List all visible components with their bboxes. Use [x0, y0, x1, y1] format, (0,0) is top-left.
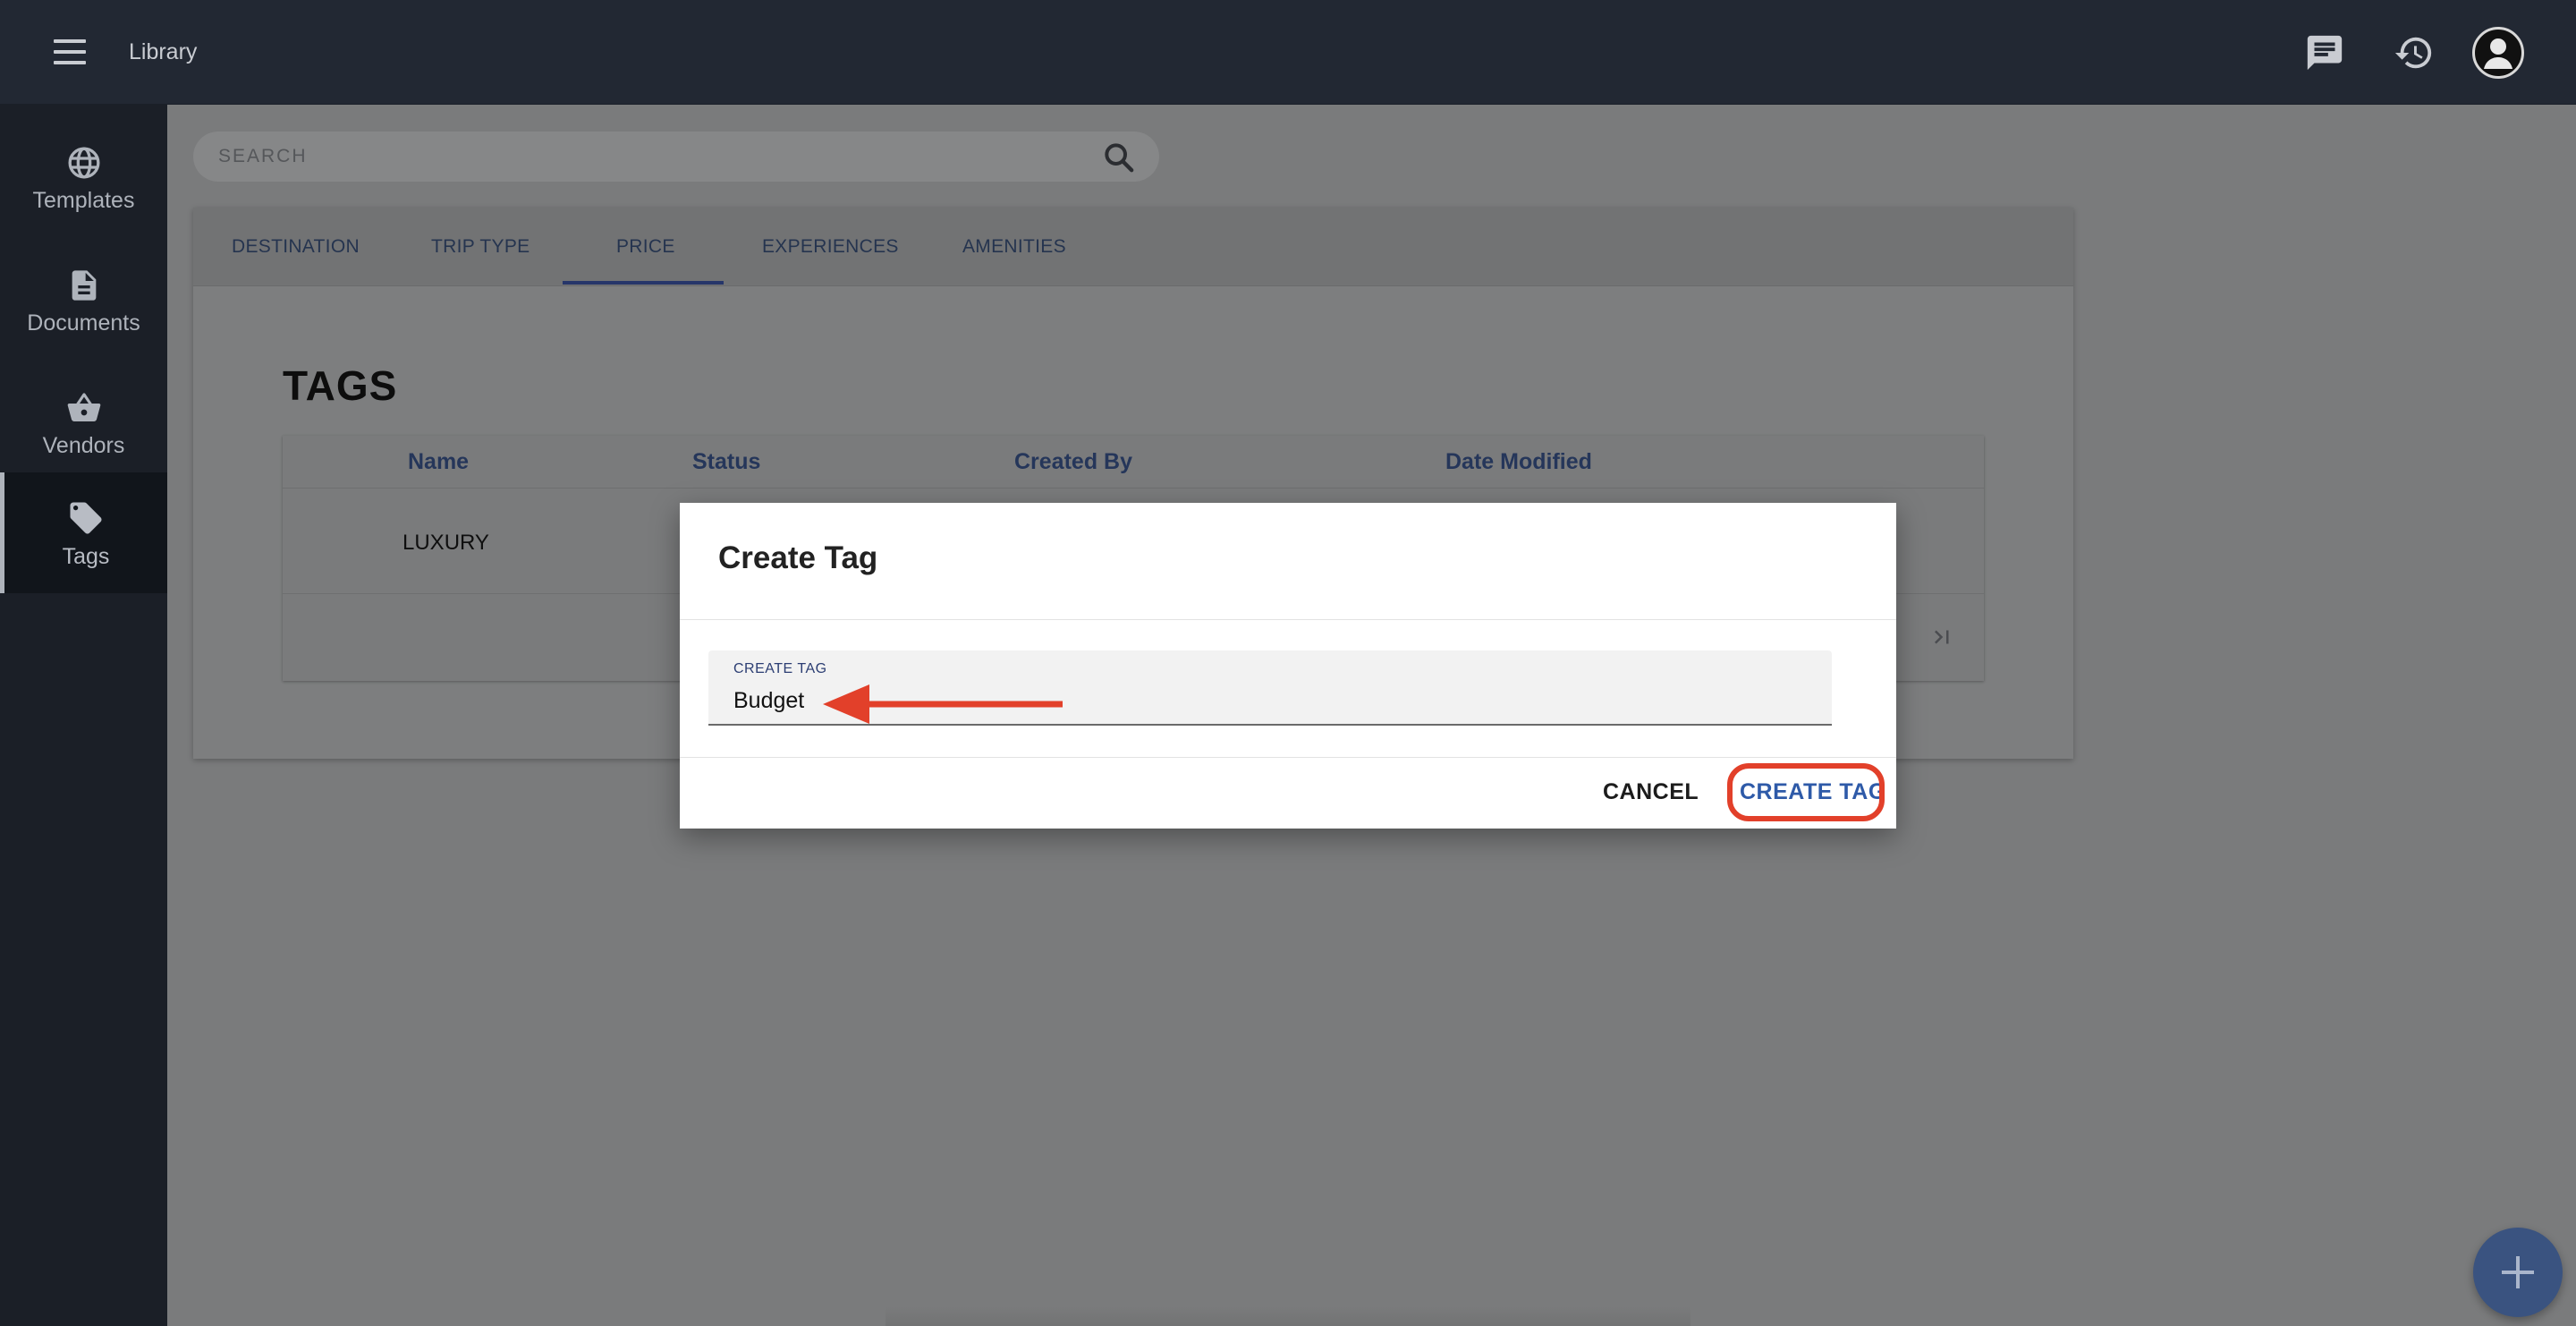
sidebar-item-templates[interactable]: Templates	[0, 118, 167, 239]
last-page-icon[interactable]	[1928, 624, 1955, 650]
history-icon[interactable]	[2394, 32, 2435, 73]
sidebar-item-label: Tags	[62, 544, 110, 569]
tab-bar: DESTINATION TRIP TYPE PRICE EXPERIENCES …	[193, 208, 2073, 286]
column-header-name[interactable]: Name	[408, 449, 469, 475]
sidebar-item-documents[interactable]: Documents	[0, 241, 167, 361]
divider	[680, 757, 1896, 758]
globe-icon	[68, 147, 99, 179]
sidebar-item-label: Templates	[32, 188, 135, 213]
table-row[interactable]: LUXURY	[402, 531, 489, 556]
sidebar-item-vendors[interactable]: Vendors	[0, 363, 167, 484]
column-header-created-by[interactable]: Created By	[1014, 449, 1132, 475]
tab-amenities[interactable]: AMENITIES	[962, 236, 1066, 258]
app-title: Library	[129, 39, 198, 64]
search-input[interactable]	[218, 140, 1077, 173]
field-label: CREATE TAG	[733, 661, 827, 676]
sidebar-item-label: Vendors	[42, 433, 125, 458]
create-tag-button[interactable]: CREATE TAG	[1740, 779, 1886, 805]
search-icon[interactable]	[1101, 140, 1137, 175]
page-title: TAGS	[283, 362, 398, 409]
dialog-title: Create Tag	[718, 540, 878, 575]
active-tab-indicator	[563, 281, 724, 285]
plus-icon-bar	[2502, 1271, 2534, 1274]
annotation-arrow-icon	[823, 684, 1063, 724]
tab-experiences[interactable]: EXPERIENCES	[762, 236, 899, 258]
tab-destination[interactable]: DESTINATION	[232, 236, 360, 258]
top-app-bar: Library	[0, 0, 2576, 105]
column-header-status[interactable]: Status	[692, 449, 760, 475]
sidebar-item-tags[interactable]: Tags	[0, 472, 167, 593]
search-bar	[193, 132, 1159, 182]
bottom-shadow	[886, 1306, 1690, 1326]
column-header-date-modified[interactable]: Date Modified	[1445, 449, 1592, 475]
cancel-button[interactable]: CANCEL	[1603, 779, 1699, 805]
tab-trip-type[interactable]: TRIP TYPE	[431, 236, 530, 258]
document-icon	[72, 270, 96, 301]
chat-icon[interactable]	[2304, 32, 2345, 73]
sidebar-item-label: Documents	[27, 310, 140, 336]
divider	[283, 488, 1984, 489]
create-tag-dialog: Create Tag CREATE TAG CANCEL CREATE TAG	[680, 503, 1896, 829]
basket-icon	[67, 393, 100, 421]
sidebar: Templates Documents Vendors Tags	[0, 105, 167, 1326]
avatar[interactable]	[2472, 27, 2524, 79]
tab-price[interactable]: PRICE	[616, 236, 675, 258]
add-fab-button[interactable]	[2473, 1228, 2563, 1317]
tag-icon	[70, 502, 102, 534]
menu-icon[interactable]	[54, 39, 86, 64]
divider	[680, 619, 1896, 620]
